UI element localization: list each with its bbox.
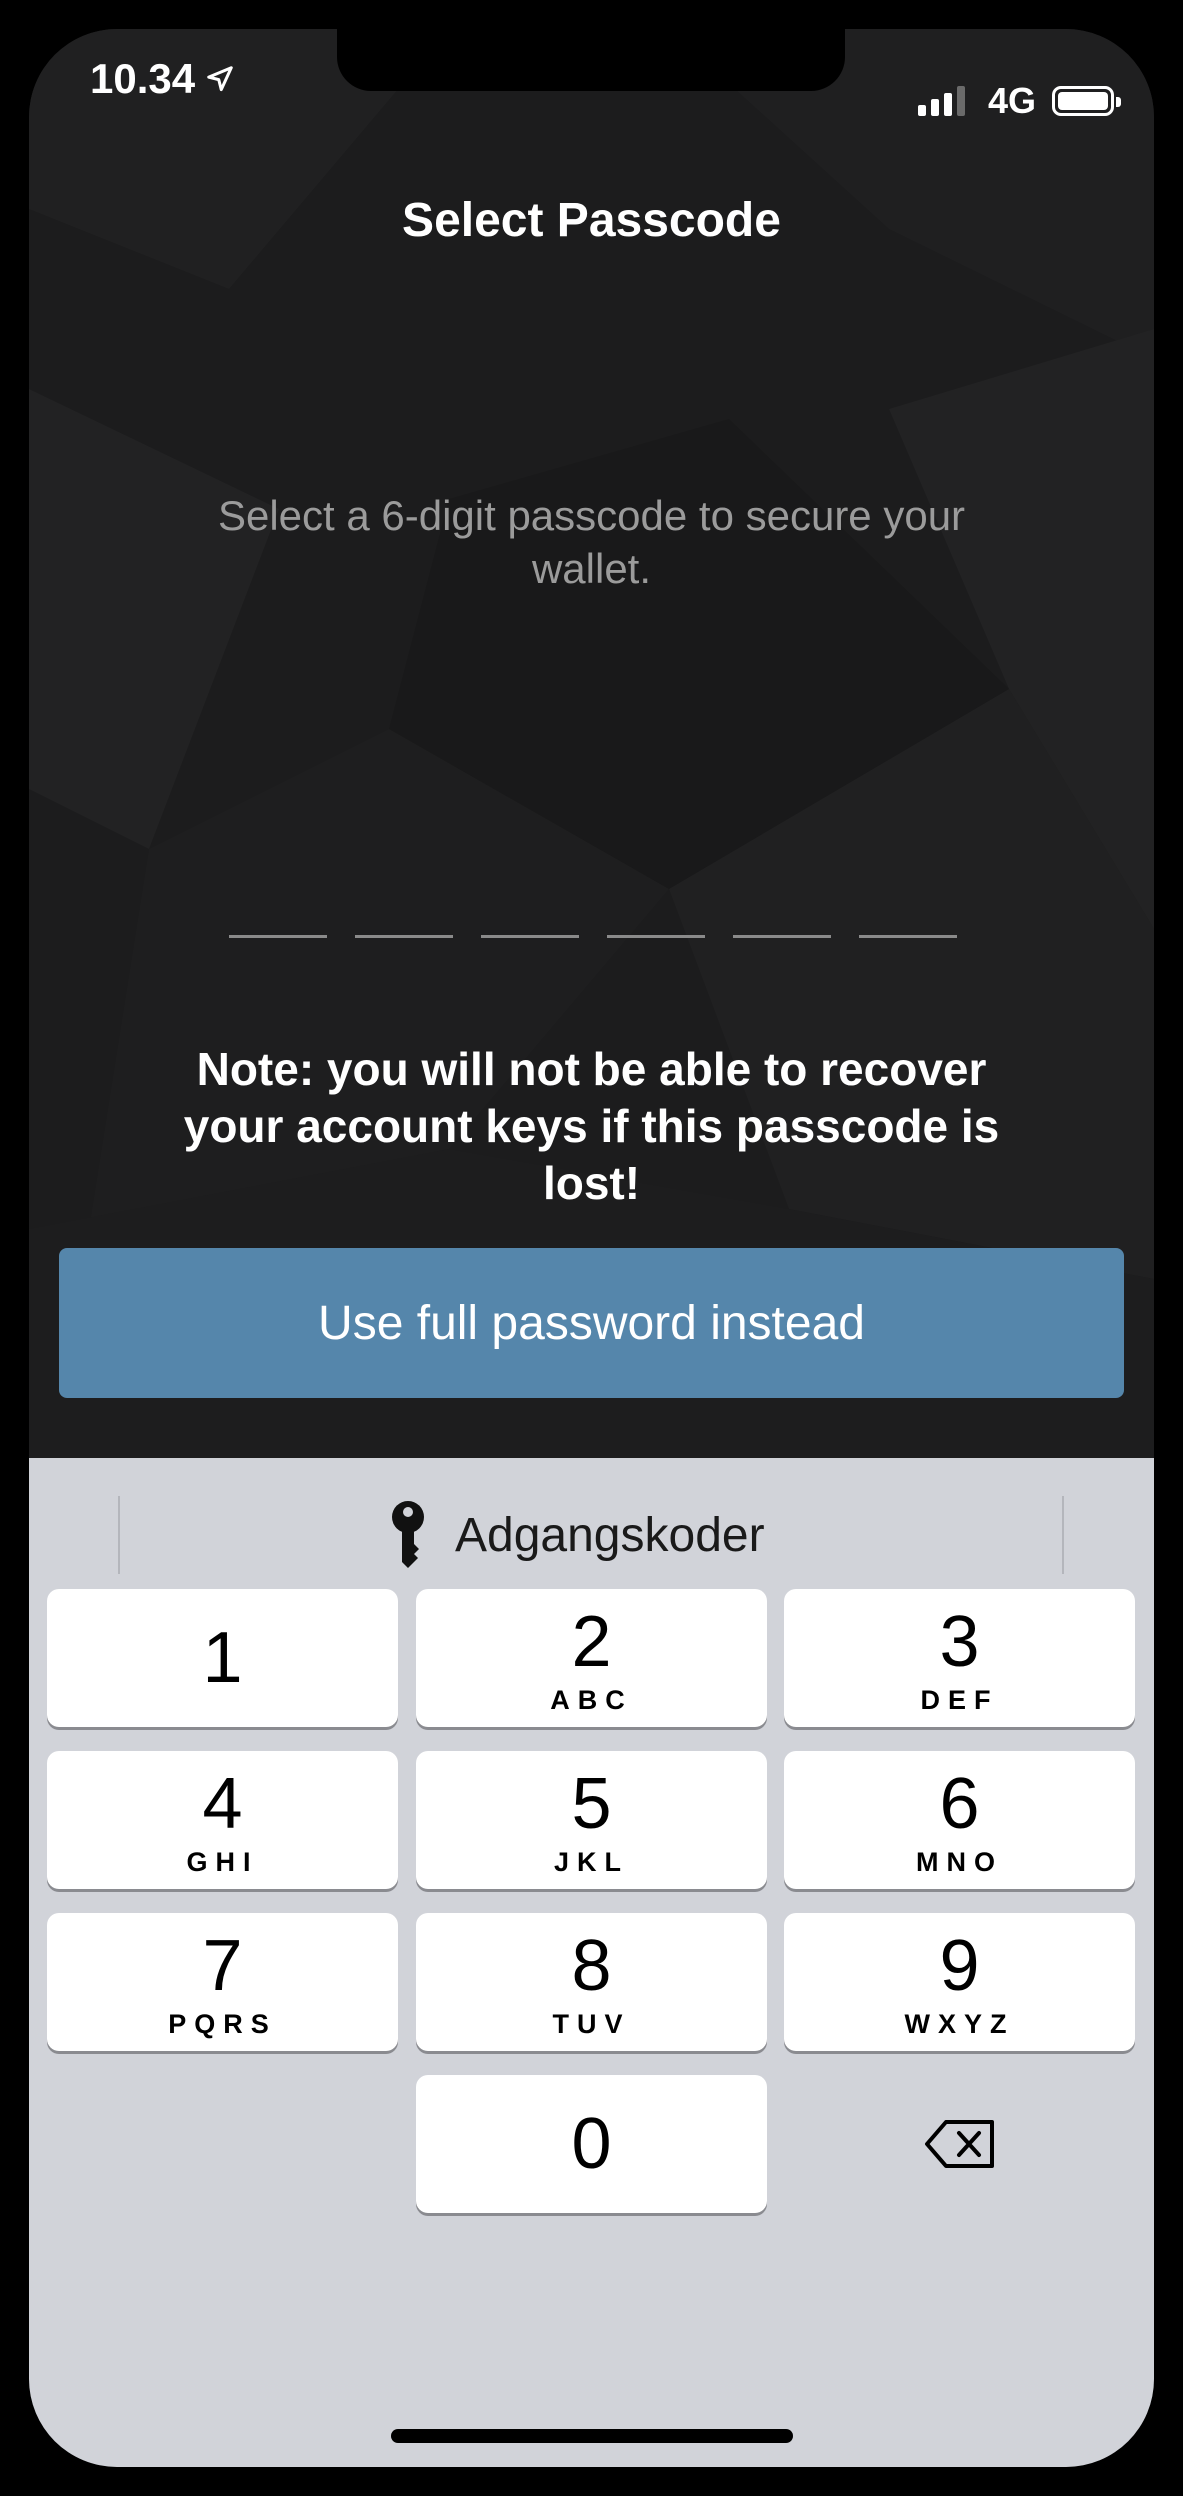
phone-frame: 10.34 4G Select Passcode Select a 6-digi… — [0, 0, 1183, 2496]
keyboard-suggestion-bar: Adgangskoder — [29, 1458, 1154, 1610]
key-letters: JKL — [553, 1847, 629, 1877]
status-bar-time: 10.34 — [90, 49, 235, 109]
key-digit: 4 — [202, 1764, 243, 1844]
page-title: Select Passcode — [402, 194, 781, 247]
key-letters: PQRS — [168, 2009, 277, 2039]
passcode-slot-1 — [229, 935, 327, 938]
key-digit: 1 — [202, 1618, 243, 1698]
key-digit: 9 — [939, 1926, 980, 2006]
key-1[interactable]: 1 — [47, 1589, 398, 1727]
screen: 10.34 4G Select Passcode Select a 6-digi… — [29, 29, 1154, 2467]
passcode-slot-5 — [733, 935, 831, 938]
key-letters: TUV — [552, 2009, 631, 2039]
key-digit: 5 — [571, 1764, 612, 1844]
suggestion-label: Adgangskoder — [455, 1508, 765, 1562]
key-digit: 0 — [571, 2104, 612, 2184]
battery-icon — [1052, 86, 1121, 116]
key-digit: 2 — [571, 1602, 612, 1682]
key-8[interactable]: 8 TUV — [416, 1913, 767, 2051]
use-full-password-button[interactable]: Use full password instead — [59, 1248, 1124, 1398]
key-4[interactable]: 4 GHI — [47, 1751, 398, 1889]
key-7[interactable]: 7 PQRS — [47, 1913, 398, 2051]
key-5[interactable]: 5 JKL — [416, 1751, 767, 1889]
key-letters: DEF — [920, 1685, 999, 1715]
key-icon — [392, 1501, 424, 1568]
delete-key[interactable] — [784, 2075, 1135, 2213]
key-9[interactable]: 9 WXYZ — [784, 1913, 1135, 2051]
location-arrow-icon — [207, 66, 233, 92]
passcode-slot-6 — [859, 935, 957, 938]
passcode-slot-4 — [607, 935, 705, 938]
passwords-suggestion[interactable]: Adgangskoder — [389, 1496, 765, 1574]
notch — [337, 29, 845, 91]
passcode-instructions: Select a 6-digit passcode to secure your… — [217, 492, 966, 592]
numeric-keyboard: Adgangskoder 1 2 ABC 3 DEF 4 GHI 5 JKL 6… — [29, 1458, 1154, 2467]
key-3[interactable]: 3 DEF — [784, 1589, 1135, 1727]
suggestion-divider-left — [118, 1496, 120, 1574]
key-letters: ABC — [550, 1685, 633, 1715]
key-0[interactable]: 0 — [416, 2075, 767, 2213]
warning-note: Note: you will not be able to recover yo… — [183, 1043, 1000, 1209]
home-indicator[interactable] — [391, 2429, 793, 2443]
network-label: 4G — [987, 80, 1036, 121]
key-digit: 6 — [939, 1764, 980, 1844]
backspace-icon — [924, 2120, 994, 2168]
key-digit: 3 — [939, 1602, 980, 1682]
key-6[interactable]: 6 MNO — [784, 1751, 1135, 1889]
suggestion-divider-right — [1062, 1496, 1064, 1574]
cellular-signal-icon — [917, 86, 970, 116]
key-letters: GHI — [186, 1847, 259, 1877]
passcode-slot-2 — [355, 935, 453, 938]
key-2[interactable]: 2 ABC — [416, 1589, 767, 1727]
key-letters: MNO — [916, 1847, 1003, 1877]
passcode-slot-3 — [481, 935, 579, 938]
key-digit: 8 — [571, 1926, 612, 2006]
passcode-input[interactable] — [229, 935, 957, 939]
status-bar-indicators: 4G — [917, 76, 1121, 126]
key-letters: WXYZ — [904, 2009, 1015, 2039]
key-digit: 7 — [202, 1926, 243, 2006]
time-label: 10.34 — [90, 55, 196, 102]
